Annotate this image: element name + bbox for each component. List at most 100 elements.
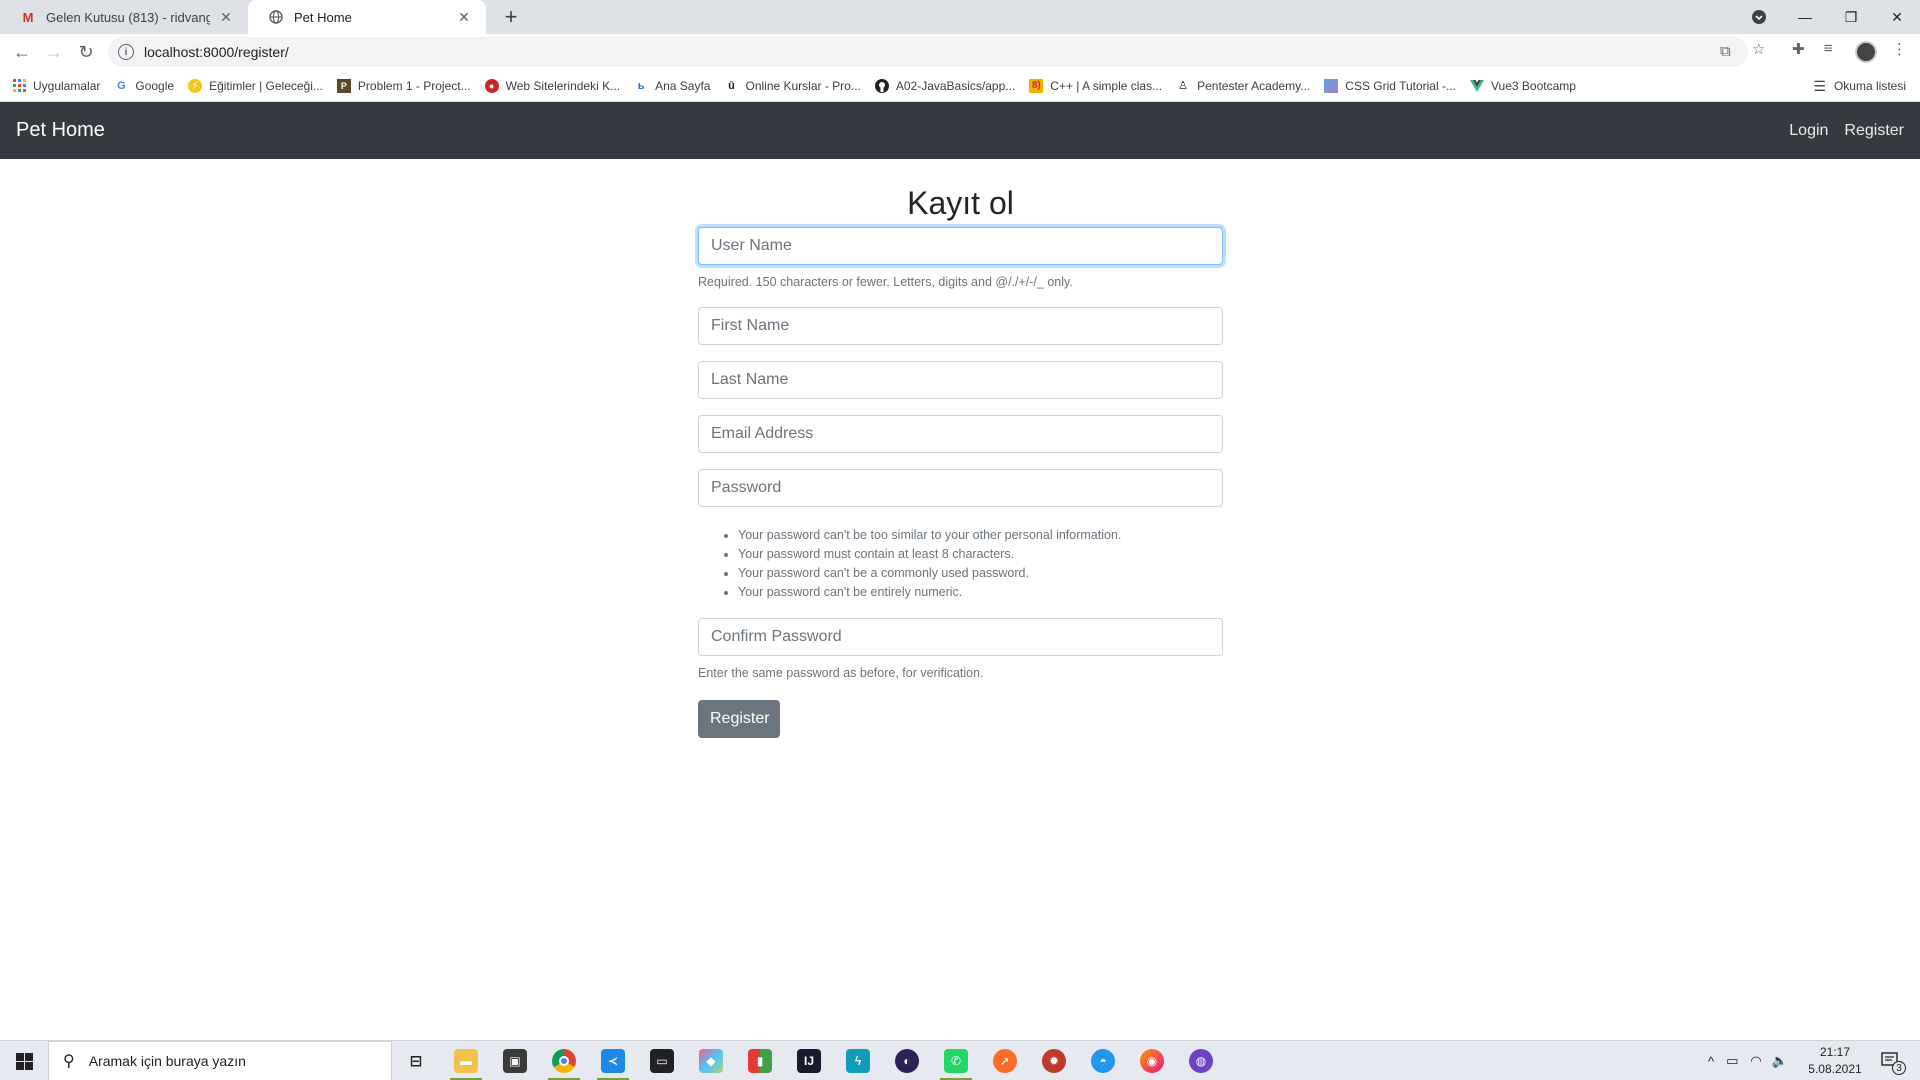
firefox-icon[interactable]: ◉ — [1140, 1049, 1164, 1073]
reading-list-label: Okuma listesi — [1833, 79, 1906, 93]
terminal-icon[interactable]: ▭ — [650, 1049, 674, 1073]
bookmark-uygulamalar[interactable]: Uygulamalar — [12, 79, 100, 93]
bolt-app-icon[interactable]: ϟ — [846, 1049, 870, 1073]
taskbar-clock[interactable]: 21:17 5.08.2021 — [1800, 1044, 1870, 1078]
whatsapp-icon[interactable]: ✆ — [944, 1049, 968, 1073]
bookmark-label: Vue3 Bootcamp — [1490, 78, 1576, 93]
confirm-password-input[interactable] — [698, 618, 1223, 656]
vue-icon — [1469, 79, 1484, 93]
bookmark-css-grid[interactable]: CSS Grid Tutorial -... — [1324, 78, 1456, 93]
reading-list[interactable]: ☰ Okuma listesi — [1813, 70, 1906, 102]
bookmark-online-kurslar[interactable]: ū Online Kurslar - Pro... — [724, 79, 861, 93]
gmail-icon: M — [22, 9, 34, 25]
globe-icon — [268, 9, 284, 25]
bookmark-google[interactable]: G Google — [114, 79, 174, 93]
bookmark-ana-sayfa[interactable]: ь Ana Sayfa — [634, 78, 711, 93]
bookmark-label: Eğitimler | Geleceği... — [209, 78, 323, 93]
site-info-icon[interactable]: i — [118, 44, 134, 60]
bookmark-egitimler[interactable]: ⚡ Eğitimler | Geleceği... — [188, 78, 323, 93]
bookmark-cpp[interactable]: 8) C++ | A simple clas... — [1029, 78, 1163, 93]
paint-icon[interactable]: ◆ — [699, 1049, 723, 1073]
back-icon[interactable]: ← — [8, 38, 36, 66]
page-title: Kayıt ol — [907, 185, 1014, 221]
address-bar[interactable]: i localhost:8000/register/ ⧉ — [108, 37, 1748, 67]
media-control-icon[interactable]: ≡ — [1824, 40, 1833, 57]
intellij-icon[interactable]: IJ — [797, 1049, 821, 1073]
brand-link[interactable]: Pet Home — [16, 119, 105, 142]
store-icon[interactable]: ▣ — [503, 1049, 527, 1073]
close-tab-icon[interactable]: ✕ — [456, 9, 472, 26]
postman-icon[interactable]: ➚ — [993, 1049, 1017, 1073]
first-name-input[interactable] — [698, 307, 1223, 345]
start-button[interactable] — [0, 1041, 48, 1080]
wifi-icon[interactable]: ◠ — [1750, 1053, 1761, 1069]
bookmark-label: Ana Sayfa — [655, 78, 711, 93]
close-window-icon[interactable]: ✕ — [1874, 0, 1920, 34]
notification-center-icon[interactable]: 3 — [1878, 1049, 1906, 1075]
browser-menu-icon[interactable]: ⋮ — [1892, 40, 1907, 58]
last-name-input[interactable] — [698, 361, 1223, 399]
chrome-icon[interactable] — [552, 1049, 576, 1073]
tray-expand-icon[interactable]: ^ — [1708, 1054, 1714, 1069]
bookmark-label: Problem 1 - Project... — [357, 78, 471, 93]
translate-icon[interactable]: ⧉ — [1720, 43, 1731, 60]
kurslar-icon: ū — [728, 79, 735, 92]
tab-gmail[interactable]: M Gelen Kutusu (813) - ridvangs77@ ✕ — [0, 0, 248, 34]
bookmarks-bar: Uygulamalar G Google ⚡ Eğitimler | Gelec… — [0, 70, 1920, 102]
css-grid-icon — [1324, 78, 1339, 93]
profile-avatar[interactable] — [1855, 41, 1877, 63]
system-tray: ^ ▭ ◠ 🔈 — [1708, 1041, 1788, 1080]
egitimler-icon: ⚡ — [188, 78, 203, 93]
bookmark-web[interactable]: ● Web Sitelerindeki K... — [484, 78, 620, 93]
taskbar-search[interactable]: ⚲ Aramak için buraya yazın — [48, 1041, 392, 1080]
bookmark-github[interactable]: A02-JavaBasics/app... — [874, 78, 1015, 93]
winrar-icon[interactable]: ▮ — [748, 1049, 772, 1073]
forward-icon[interactable]: → — [40, 38, 68, 66]
clock-date: 5.08.2021 — [1808, 1062, 1862, 1076]
reading-list-icon: ☰ — [1813, 77, 1826, 94]
google-icon: G — [117, 79, 126, 92]
bookmark-label: C++ | A simple clas... — [1050, 78, 1163, 93]
project-icon: P — [336, 78, 351, 93]
git-client-icon[interactable]: ✹ — [1042, 1049, 1066, 1073]
bookmark-vue3[interactable]: Vue3 Bootcamp — [1469, 78, 1576, 93]
bookmark-label: Uygulamalar — [33, 78, 101, 93]
battery-icon[interactable]: ▭ — [1726, 1053, 1738, 1069]
close-tab-icon[interactable]: ✕ — [218, 9, 234, 26]
pentester-icon: ♙ — [1178, 80, 1189, 92]
eclipse-icon[interactable]: ◐ — [895, 1049, 919, 1073]
username-help-text: Required. 150 characters or fewer. Lette… — [698, 275, 1073, 289]
bookmark-label: Pentester Academy... — [1197, 78, 1311, 93]
task-view-icon[interactable]: ⊟ — [404, 1049, 428, 1073]
anasayfa-icon: ь — [637, 79, 645, 92]
cpp-icon: 8) — [1029, 78, 1044, 93]
tab-search-icon[interactable] — [1736, 0, 1782, 34]
password-input[interactable] — [698, 469, 1223, 507]
new-tab-button[interactable]: + — [498, 4, 524, 30]
docker-icon[interactable]: ◓ — [1091, 1049, 1115, 1073]
bookmark-pentester[interactable]: ♙ Pentester Academy... — [1176, 79, 1310, 93]
apps-grid-icon — [12, 79, 26, 93]
restore-icon[interactable]: ❐ — [1828, 0, 1874, 34]
volume-icon[interactable]: 🔈 — [1772, 1053, 1788, 1069]
web-icon: ● — [484, 78, 499, 93]
notification-count: 3 — [1892, 1061, 1906, 1075]
tab-pet-home[interactable]: Pet Home ✕ — [248, 0, 486, 34]
extensions-icon[interactable]: ✚ — [1792, 40, 1805, 58]
window-controls: — ❐ ✕ — [1736, 0, 1920, 34]
vscode-icon[interactable]: ≺ — [601, 1049, 625, 1073]
username-input[interactable] — [698, 227, 1223, 265]
register-link[interactable]: Register — [1844, 122, 1904, 140]
github-desktop-icon[interactable]: ◍ — [1189, 1049, 1213, 1073]
login-link[interactable]: Login — [1789, 122, 1828, 140]
windows-logo-icon — [15, 1052, 33, 1070]
email-input[interactable] — [698, 415, 1223, 453]
minimize-icon[interactable]: — — [1782, 0, 1828, 34]
taskbar-search-placeholder: Aramak için buraya yazın — [88, 1053, 246, 1069]
bookmark-problem[interactable]: P Problem 1 - Project... — [336, 78, 471, 93]
browser-toolbar: ← → ↻ i localhost:8000/register/ ⧉ ☆ ✚ ≡… — [0, 34, 1920, 70]
bookmark-star-icon[interactable]: ☆ — [1752, 40, 1765, 58]
reload-icon[interactable]: ↻ — [72, 38, 100, 66]
register-button[interactable]: Register — [698, 700, 780, 738]
file-explorer-icon[interactable]: ▬ — [454, 1049, 478, 1073]
